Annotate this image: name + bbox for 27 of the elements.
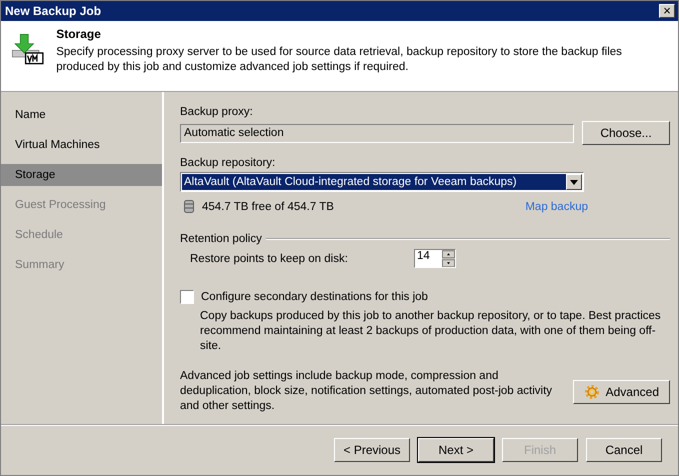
restore-points-label: Restore points to keep on disk: bbox=[190, 252, 348, 264]
group-title: Retention policy bbox=[180, 233, 262, 245]
checkbox[interactable] bbox=[180, 290, 194, 304]
sidebar-item[interactable]: Virtual Machines bbox=[1, 130, 162, 160]
restore-points-spinner[interactable]: 14 bbox=[414, 249, 456, 268]
footer-button[interactable]: < Previous bbox=[334, 438, 410, 462]
dropdown-arrow-icon bbox=[570, 180, 578, 184]
page-title: Storage bbox=[56, 27, 102, 41]
page-description: Specify processing proxy server to be used for source data retrieval, backup repository to store the backup files produced by this job and customize advanced job settings if required. bbox=[56, 45, 623, 75]
database-icon bbox=[184, 200, 194, 213]
sidebar-item[interactable]: Name bbox=[1, 100, 162, 130]
choose-button[interactable]: Choose... bbox=[582, 121, 670, 145]
free-space-text: 454.7 TB free of 454.7 TB bbox=[202, 200, 334, 212]
secondary-description: Copy backups produced by this job to another backup repository, or to tape. Best practices recommend maintaining at least 2 backups of production data, with one of them being off-site. bbox=[200, 309, 662, 354]
footer-button[interactable]: Cancel bbox=[586, 438, 662, 462]
close-button[interactable]: × bbox=[659, 4, 675, 18]
window-title: New Backup Job bbox=[5, 4, 102, 18]
field-label: Backup proxy: bbox=[180, 106, 254, 118]
gear-icon bbox=[584, 384, 600, 400]
advanced-button[interactable]: Advanced bbox=[572, 380, 670, 404]
field-label: Backup repository: bbox=[180, 157, 276, 169]
sidebar-item[interactable]: Storage bbox=[1, 164, 162, 186]
proxy-field[interactable]: Automatic selection bbox=[180, 124, 574, 142]
checkbox-label: Configure secondary destinations for this job bbox=[201, 291, 428, 303]
footer-button[interactable]: Next > bbox=[418, 438, 494, 462]
advanced-description: Advanced job settings include backup mode, compression and deduplication, block size, notification settings, automated post-job activity and other settings. bbox=[180, 369, 554, 414]
repository-dropdown[interactable]: AltaVault (AltaVault Cloud-integrated storage for Veeam backups) bbox=[180, 172, 584, 192]
